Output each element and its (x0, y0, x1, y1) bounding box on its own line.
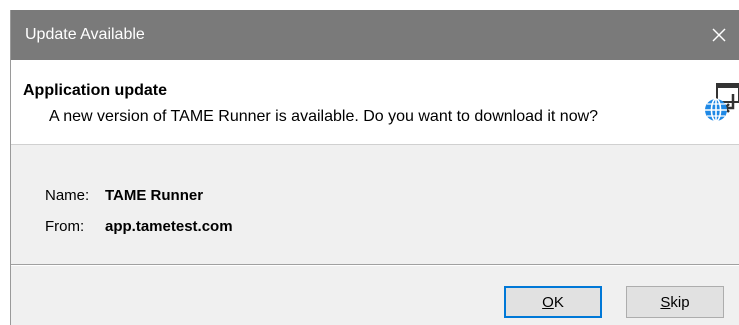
ok-button[interactable]: OK (504, 286, 602, 318)
name-label: Name: (45, 187, 90, 204)
from-label: From: (45, 218, 85, 235)
from-row: From: app.tametest.com (45, 211, 233, 242)
app-info: Name: TAME Runner From: app.tametest.com (45, 180, 233, 242)
skip-button-label: Skip (660, 293, 690, 311)
from-value: app.tametest.com (105, 218, 233, 235)
divider-highlight (11, 265, 739, 266)
header-title: Application update (23, 82, 167, 99)
title-bar[interactable]: Update Available (11, 10, 739, 60)
window-title: Update Available (25, 26, 145, 43)
globe-update-icon (705, 83, 739, 122)
name-value: TAME Runner (105, 187, 204, 204)
close-icon (712, 28, 726, 42)
update-dialog: Update Available Application update A ne… (10, 10, 739, 325)
ok-button-label: OK (542, 293, 564, 311)
close-button[interactable] (699, 10, 739, 60)
dialog-header: Application update A new version of TAME… (11, 60, 739, 145)
name-row: Name: TAME Runner (45, 180, 233, 211)
skip-button[interactable]: Skip (626, 286, 724, 318)
header-message: A new version of TAME Runner is availabl… (49, 108, 599, 125)
